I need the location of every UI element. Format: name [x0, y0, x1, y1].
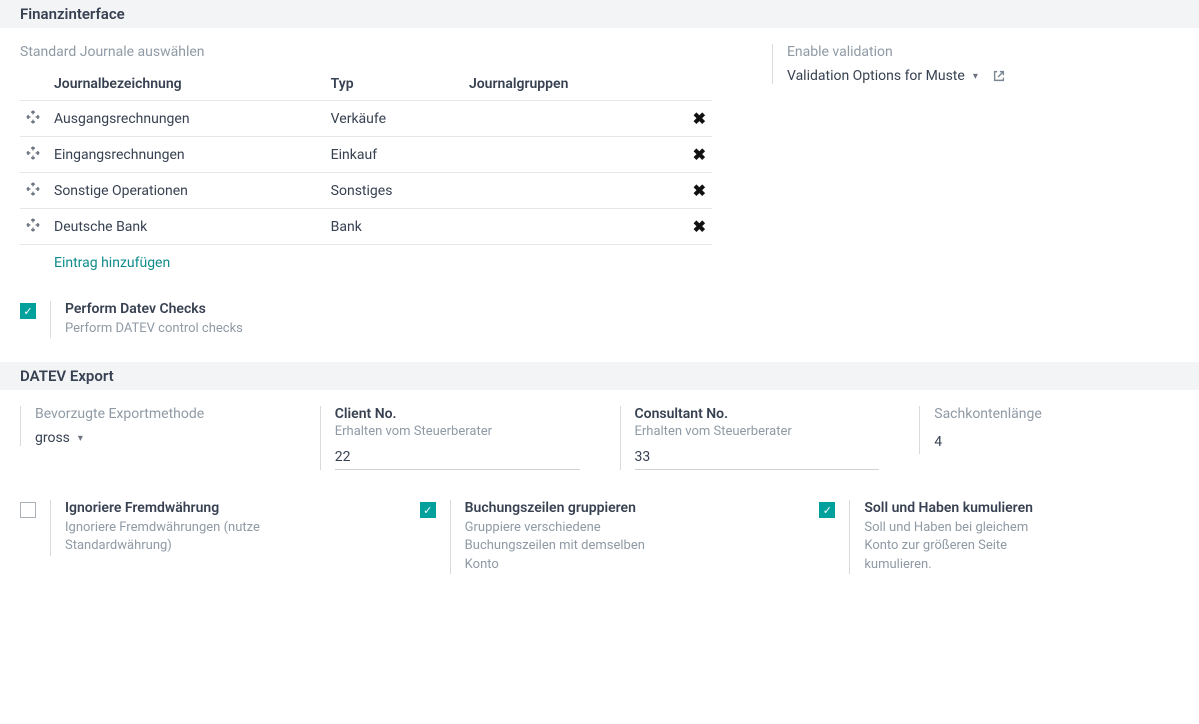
table-row: Sonstige OperationenSonstiges ✖	[20, 173, 712, 209]
add-journal-link[interactable]: Eintrag hinzufügen	[54, 255, 170, 271]
validation-select[interactable]: Validation Options for Muste ▾	[787, 68, 1179, 84]
drag-handle-icon[interactable]	[26, 146, 40, 164]
table-row: Deutsche BankBank ✖	[20, 209, 712, 245]
col-journalname: Journalbezeichnung	[48, 68, 325, 101]
datev-checks-desc: Perform DATEV control checks	[65, 320, 243, 338]
datev-checks-row: Perform Datev Checks Perform DATEV contr…	[20, 301, 712, 338]
col-groups: Journalgruppen	[463, 68, 672, 101]
section-datev-export-body: Bevorzugte Exportmethode gross ▾ Client …	[0, 390, 1199, 598]
group-lines-checkbox[interactable]	[420, 502, 436, 518]
client-no-sub: Erhalten vom Steuerberater	[335, 424, 580, 439]
export-method-label: Bevorzugte Exportmethode	[35, 406, 280, 422]
sachkonten-value: 4	[934, 430, 1179, 454]
section-finanzinterface-title: Finanzinterface	[20, 5, 125, 23]
sachkonten-label: Sachkontenlänge	[934, 406, 1179, 422]
external-link-icon[interactable]	[992, 69, 1006, 83]
drag-handle-icon[interactable]	[26, 182, 40, 200]
delete-row-icon[interactable]: ✖	[693, 217, 706, 236]
journal-groups-cell	[463, 137, 672, 173]
datev-checks-checkbox[interactable]	[20, 303, 36, 319]
journal-type-cell: Einkauf	[325, 137, 463, 173]
consultant-no-label: Consultant No.	[635, 406, 880, 422]
journal-name-cell: Deutsche Bank	[48, 209, 325, 245]
delete-row-icon[interactable]: ✖	[693, 181, 706, 200]
ignore-fx-title: Ignoriere Fremdwährung	[65, 500, 260, 516]
drag-handle-icon[interactable]	[26, 110, 40, 128]
ignore-fx-desc: Ignoriere Fremdwährungen (nutze Standard…	[65, 519, 260, 555]
table-row: AusgangsrechnungenVerkäufe ✖	[20, 101, 712, 137]
group-lines-desc: Gruppiere verschiedene Buchungszeilen mi…	[465, 519, 660, 574]
export-method-value: gross	[35, 430, 70, 446]
drag-handle-icon[interactable]	[26, 218, 40, 236]
client-no-label: Client No.	[335, 406, 580, 422]
ignore-fx-checkbox[interactable]	[20, 502, 36, 518]
journal-groups-cell	[463, 101, 672, 137]
section-datev-export-header: DATEV Export	[0, 362, 1199, 390]
caret-down-icon: ▾	[78, 433, 83, 444]
validation-value: Validation Options for Muste	[787, 68, 965, 84]
journal-groups-cell	[463, 173, 672, 209]
group-lines-title: Buchungszeilen gruppieren	[465, 500, 660, 516]
journal-groups-cell	[463, 209, 672, 245]
caret-down-icon: ▾	[973, 71, 978, 82]
journal-type-cell: Sonstiges	[325, 173, 463, 209]
journal-name-cell: Ausgangsrechnungen	[48, 101, 325, 137]
journal-type-cell: Bank	[325, 209, 463, 245]
journals-label: Standard Journale auswählen	[20, 44, 712, 60]
datev-checks-title: Perform Datev Checks	[65, 301, 243, 317]
export-method-select[interactable]: gross ▾	[35, 430, 280, 446]
section-datev-export-title: DATEV Export	[20, 367, 114, 385]
delete-row-icon[interactable]: ✖	[693, 145, 706, 164]
consultant-no-input[interactable]	[635, 445, 880, 470]
table-row: EingangsrechnungenEinkauf ✖	[20, 137, 712, 173]
section-finanzinterface-header: Finanzinterface	[0, 0, 1199, 28]
cumulate-desc: Soll und Haben bei gleichem Konto zur gr…	[864, 519, 1059, 574]
col-type: Typ	[325, 68, 463, 101]
delete-row-icon[interactable]: ✖	[693, 109, 706, 128]
journal-type-cell: Verkäufe	[325, 101, 463, 137]
consultant-no-sub: Erhalten vom Steuerberater	[635, 424, 880, 439]
client-no-input[interactable]	[335, 445, 580, 470]
journals-table: Journalbezeichnung Typ Journalgruppen Au…	[20, 68, 712, 245]
journal-name-cell: Sonstige Operationen	[48, 173, 325, 209]
cumulate-checkbox[interactable]	[819, 502, 835, 518]
validation-label: Enable validation	[787, 44, 1179, 60]
cumulate-title: Soll und Haben kumulieren	[864, 500, 1059, 516]
section-finanzinterface-body: Standard Journale auswählen Journalbezei…	[0, 28, 1199, 362]
journal-name-cell: Eingangsrechnungen	[48, 137, 325, 173]
